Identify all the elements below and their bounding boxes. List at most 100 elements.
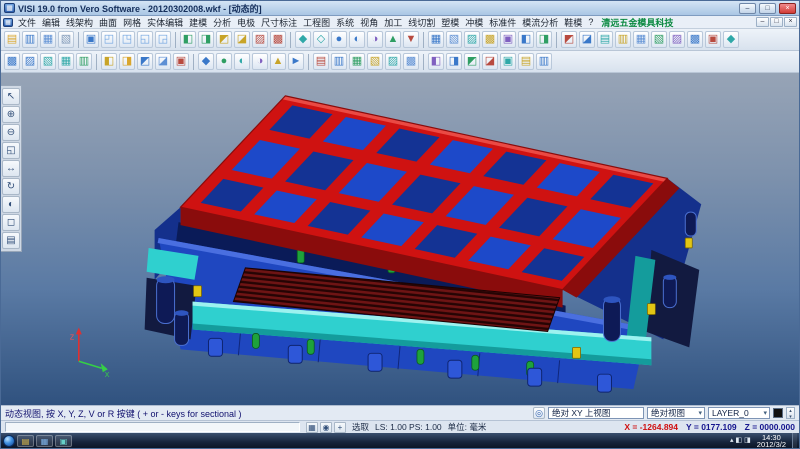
visi-app-icon[interactable]: ▦ <box>36 435 53 447</box>
toolbar-icon[interactable]: ▨ <box>669 31 685 48</box>
view-mode-icon[interactable]: ◎ <box>533 407 545 419</box>
toolbar-icon[interactable]: ▣ <box>500 53 516 70</box>
toolbar-icon[interactable]: ▤ <box>597 31 613 48</box>
tray-chevron-icon[interactable]: ▴ <box>730 434 734 447</box>
show-desktop-button[interactable] <box>792 433 797 448</box>
toolbar-icon[interactable]: ▩ <box>4 53 20 70</box>
menu-item[interactable]: 系统 <box>333 16 357 29</box>
toolbar-icon[interactable]: ◧ <box>101 53 117 70</box>
3d-viewport[interactable]: Z X <box>1 73 799 405</box>
taskbar-clock[interactable]: 14:30 2012/3/2 <box>753 434 790 448</box>
toolbar-icon[interactable]: ◆ <box>198 53 214 70</box>
toolbar-icon[interactable]: ◨ <box>198 31 214 48</box>
toolbar-icon[interactable]: ▦ <box>349 53 365 70</box>
toolbar-icon[interactable]: ◪ <box>234 31 250 48</box>
toolbar-icon[interactable]: ▤ <box>313 53 329 70</box>
menu-item[interactable]: 电极 <box>234 16 258 29</box>
toolbar-icon[interactable]: ▧ <box>40 53 56 70</box>
toolbar-icon[interactable]: ◱ <box>137 31 153 48</box>
menu-item[interactable]: 塑模 <box>438 16 462 29</box>
toolbar-icon[interactable]: ▦ <box>40 31 56 48</box>
wireframe-icon[interactable]: ◻ <box>2 214 20 231</box>
child-restore-button[interactable]: □ <box>770 17 783 27</box>
toolbar-icon[interactable]: ◇ <box>313 31 329 48</box>
menu-item[interactable]: 标准件 <box>486 16 519 29</box>
explorer-icon[interactable]: ▤ <box>17 435 34 447</box>
toolbar-icon[interactable]: ◧ <box>180 31 196 48</box>
toolbar-icon[interactable]: ▲ <box>385 31 401 48</box>
menu-item[interactable]: 冲模 <box>462 16 486 29</box>
toolbar-icon[interactable]: ▨ <box>252 31 268 48</box>
pan-icon[interactable]: ↔ <box>2 160 20 177</box>
toolbar-icon[interactable]: ◩ <box>137 53 153 70</box>
menu-item[interactable]: 模流分析 <box>519 16 561 29</box>
toolbar-icon[interactable]: ► <box>288 53 304 70</box>
toolbar-icon[interactable]: ● <box>331 31 347 48</box>
toolbar-icon[interactable]: ▥ <box>536 53 552 70</box>
toolbar-icon[interactable]: ▲ <box>270 53 286 70</box>
child-close-button[interactable]: × <box>784 17 797 27</box>
layer-color-chip[interactable] <box>773 408 783 418</box>
menu-item[interactable]: 视角 <box>357 16 381 29</box>
toolbar-icon[interactable]: ◪ <box>155 53 171 70</box>
menu-item[interactable]: 加工 <box>381 16 405 29</box>
toolbar-icon[interactable]: ◆ <box>723 31 739 48</box>
menu-item[interactable]: 线切割 <box>405 16 438 29</box>
toolbar-icon[interactable]: ▧ <box>58 31 74 48</box>
toolbar-icon[interactable]: ▩ <box>270 31 286 48</box>
view-name-input[interactable] <box>548 407 644 419</box>
menu-item[interactable]: 分析 <box>210 16 234 29</box>
toolbar-icon[interactable]: ◑ <box>367 31 383 48</box>
select-icon[interactable]: ↖ <box>2 88 20 105</box>
menu-item[interactable]: 实体编辑 <box>144 16 186 29</box>
folder-icon[interactable]: ▣ <box>55 435 72 447</box>
menu-item[interactable]: 文件 <box>15 16 39 29</box>
view-type-dropdown[interactable]: 绝对视图 ▾ <box>647 407 705 419</box>
toolbar-icon[interactable]: ▣ <box>500 31 516 48</box>
toolbar-icon[interactable]: ▼ <box>403 31 419 48</box>
toolbar-icon[interactable]: ▨ <box>464 31 480 48</box>
menu-item[interactable]: 网格 <box>120 16 144 29</box>
menu-item[interactable]: 曲面 <box>96 16 120 29</box>
menu-item[interactable]: 尺寸标注 <box>258 16 300 29</box>
toolbar-icon[interactable]: ▥ <box>22 31 38 48</box>
toolbar-icon[interactable]: ▩ <box>482 31 498 48</box>
toolbar-icon[interactable]: ◰ <box>101 31 117 48</box>
toolbar-icon[interactable]: ▥ <box>615 31 631 48</box>
toolbar-icon[interactable]: ▧ <box>446 31 462 48</box>
toolbar-icon[interactable]: ◪ <box>579 31 595 48</box>
maximize-button[interactable]: □ <box>759 3 776 14</box>
toolbar-icon[interactable]: ◩ <box>561 31 577 48</box>
layer-spinner[interactable]: ▴▾ <box>786 407 795 419</box>
toolbar-icon[interactable]: ◐ <box>234 53 250 70</box>
toolbar-icon[interactable]: ◪ <box>482 53 498 70</box>
menu-item[interactable]: 工程图 <box>300 16 333 29</box>
child-minimize-button[interactable]: – <box>756 17 769 27</box>
toolbar-icon[interactable]: ▣ <box>83 31 99 48</box>
toolbar-icon[interactable]: ▤ <box>518 53 534 70</box>
point-snap-icon[interactable]: ◉ <box>320 422 332 433</box>
toolbar-icon[interactable]: ◑ <box>252 53 268 70</box>
ortho-toggle-icon[interactable]: + <box>334 422 346 433</box>
toolbar-icon[interactable]: ▣ <box>705 31 721 48</box>
toolbar-icon[interactable]: ▩ <box>403 53 419 70</box>
toolbar-icon[interactable]: ▩ <box>687 31 703 48</box>
zoom-window-icon[interactable]: ◱ <box>2 142 20 159</box>
menu-item[interactable]: 编辑 <box>39 16 63 29</box>
toolbar-icon[interactable]: ◳ <box>119 31 135 48</box>
command-input[interactable] <box>5 422 300 432</box>
toolbar-icon[interactable]: ▥ <box>76 53 92 70</box>
zoom-out-icon[interactable]: ⊖ <box>2 124 20 141</box>
toolbar-icon[interactable]: ◧ <box>428 53 444 70</box>
toolbar-icon[interactable]: ◆ <box>295 31 311 48</box>
toolbar-icon[interactable]: ◧ <box>518 31 534 48</box>
toolbar-icon[interactable]: ▧ <box>651 31 667 48</box>
toolbar-icon[interactable]: ▣ <box>173 53 189 70</box>
toolbar-icon[interactable]: ▥ <box>331 53 347 70</box>
toolbar-icon[interactable]: ▦ <box>633 31 649 48</box>
tray-network-icon[interactable]: ◧ <box>736 434 743 447</box>
shade-mode-icon[interactable]: ◐ <box>2 196 20 213</box>
menu-item[interactable]: ? <box>585 17 596 27</box>
zoom-in-icon[interactable]: ⊕ <box>2 106 20 123</box>
menu-item[interactable]: 鞋模 <box>561 16 585 29</box>
